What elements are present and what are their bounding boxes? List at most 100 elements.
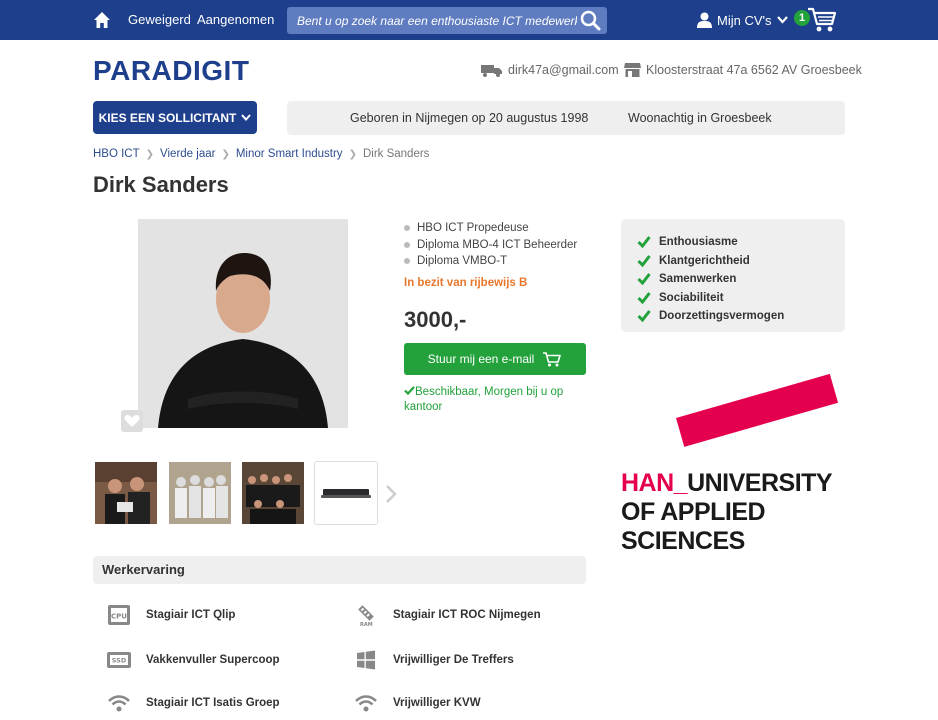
store-icon bbox=[624, 63, 641, 77]
check-icon bbox=[637, 236, 651, 249]
job-item: SSD Vakkenvuller Supercoop bbox=[106, 649, 280, 671]
trait-item: Klantgerichtheid bbox=[637, 252, 845, 271]
search-input[interactable] bbox=[297, 11, 577, 30]
breadcrumb-item[interactable]: Minor Smart Industry bbox=[236, 148, 343, 160]
cpu-icon: CPU bbox=[106, 604, 132, 626]
breadcrumb-item[interactable]: HBO ICT bbox=[93, 148, 140, 160]
qualification-text: HBO ICT Propedeuse bbox=[417, 222, 529, 235]
nav-link-aangenomen[interactable]: Aangenomen bbox=[197, 12, 274, 27]
choose-applicant-button[interactable]: KIES EEN SOLLICITANT bbox=[93, 101, 257, 134]
paradigit-logo[interactable]: PARADIGIT bbox=[93, 55, 249, 87]
thumbnail[interactable] bbox=[169, 462, 231, 524]
truck-icon bbox=[481, 64, 502, 77]
job-item: Vrijwilliger KVW bbox=[353, 692, 481, 714]
trait-item: Enthousiasme bbox=[637, 233, 845, 252]
breadcrumb-chevron-icon: ❯ bbox=[221, 148, 230, 160]
trait-label: Klantgerichtheid bbox=[659, 254, 750, 267]
job-item: CPU Stagiair ICT Qlip bbox=[106, 604, 235, 626]
heart-icon bbox=[124, 415, 140, 427]
list-item: Diploma VMBO-T bbox=[404, 253, 577, 270]
favorite-button[interactable] bbox=[121, 410, 143, 432]
trait-item: Sociabiliteit bbox=[637, 289, 845, 308]
trait-item: Doorzettingsvermogen bbox=[637, 307, 845, 326]
bullet-icon bbox=[404, 225, 410, 232]
cart-count-badge: 1 bbox=[794, 10, 810, 26]
availability-note: Beschikbaar, Morgen bij u op kantoor bbox=[404, 385, 574, 415]
job-label: Stagiair ICT Isatis Groep bbox=[146, 697, 280, 709]
breadcrumb-item[interactable]: Vierde jaar bbox=[160, 148, 215, 160]
han-logo-line1: HAN_UNIVERSITY bbox=[621, 469, 833, 497]
cart-icon bbox=[543, 351, 562, 366]
price: 3000,- bbox=[404, 307, 467, 332]
laptop-thumbnail bbox=[321, 489, 371, 498]
choose-applicant-label: KIES EEN SOLLICITANT bbox=[98, 110, 237, 125]
email-contact[interactable]: dirk47a@gmail.com bbox=[481, 63, 619, 77]
list-item: Diploma MBO-4 ICT Beheerder bbox=[404, 237, 577, 254]
address-text: Kloosterstraat 47a 6562 AV Groesbeek bbox=[646, 63, 862, 77]
breadcrumb-chevron-icon: ❯ bbox=[145, 148, 155, 160]
breadcrumb-chevron-icon: ❯ bbox=[348, 148, 357, 160]
traits-panel: Enthousiasme Klantgerichtheid Samenwerke… bbox=[621, 219, 845, 332]
svg-text:CPU: CPU bbox=[111, 613, 127, 621]
check-icon bbox=[637, 310, 651, 323]
bullet-icon bbox=[404, 258, 410, 265]
nav-link-geweigerd[interactable]: Geweigerd bbox=[128, 12, 191, 27]
top-navigation-bar: Geweigerd Aangenomen Mijn CV's 1 bbox=[0, 0, 938, 40]
list-item: HBO ICT Propedeuse bbox=[404, 220, 577, 237]
thumbnail[interactable] bbox=[314, 461, 378, 525]
check-icon bbox=[637, 273, 651, 286]
trait-label: Doorzettingsvermogen bbox=[659, 310, 785, 323]
driver-license-note: In bezit van rijbewijs B bbox=[404, 277, 528, 289]
job-label: Stagiair ICT Qlip bbox=[146, 609, 236, 621]
send-email-label: Stuur mij een e-mail bbox=[427, 352, 535, 366]
group-photo-thumbnail bbox=[169, 462, 231, 524]
breadcrumb: HBO ICT ❯ Vierde jaar ❯ Minor Smart Indu… bbox=[93, 148, 429, 160]
work-experience-heading: Werkervaring bbox=[93, 556, 586, 584]
job-label: Stagiair ICT ROC Nijmegen bbox=[393, 609, 541, 621]
ram-icon: RAM bbox=[353, 604, 379, 627]
thumbnail[interactable] bbox=[95, 462, 157, 524]
chevron-down-icon bbox=[776, 16, 788, 24]
job-label: Vrijwilliger De Treffers bbox=[393, 654, 514, 666]
user-icon bbox=[697, 12, 712, 28]
breadcrumb-current: Dirk Sanders bbox=[362, 148, 430, 160]
group-photo-thumbnail bbox=[242, 462, 304, 524]
chevron-down-icon bbox=[241, 114, 252, 121]
search-icon[interactable] bbox=[580, 10, 601, 31]
chevron-right-icon[interactable] bbox=[384, 484, 398, 504]
address-contact: Kloosterstraat 47a 6562 AV Groesbeek bbox=[624, 63, 862, 77]
bullet-icon bbox=[404, 241, 410, 248]
check-icon bbox=[637, 291, 651, 305]
send-email-button[interactable]: Stuur mij een e-mail bbox=[404, 343, 586, 375]
job-item: Stagiair ICT Isatis Groep bbox=[106, 692, 280, 714]
group-photo-thumbnail bbox=[95, 462, 157, 524]
job-item: RAM Stagiair ICT ROC Nijmegen bbox=[353, 604, 541, 627]
job-label: Vrijwilliger KVW bbox=[393, 697, 481, 709]
ssd-icon: SSD bbox=[106, 649, 132, 671]
qualifications-list: HBO ICT Propedeuse Diploma MBO-4 ICT Beh… bbox=[404, 220, 577, 270]
thumbnail[interactable] bbox=[242, 462, 304, 524]
job-label: Vakkenvuller Supercoop bbox=[146, 654, 280, 666]
my-cvs-menu[interactable]: Mijn CV's bbox=[697, 10, 788, 30]
svg-text:RAM: RAM bbox=[360, 622, 373, 627]
check-icon bbox=[404, 386, 415, 396]
cart-icon bbox=[808, 7, 837, 32]
email-text: dirk47a@gmail.com bbox=[508, 63, 619, 77]
applicant-info-bar: Geboren in Nijmegen op 20 augustus 1998 … bbox=[287, 101, 845, 135]
wifi-icon bbox=[353, 692, 379, 714]
my-cvs-label: Mijn CV's bbox=[717, 12, 772, 28]
han-logo-bar bbox=[676, 373, 839, 447]
birth-info: Geboren in Nijmegen op 20 augustus 1998 bbox=[350, 111, 589, 125]
home-icon[interactable] bbox=[93, 11, 111, 29]
candidate-photo[interactable] bbox=[138, 219, 348, 428]
svg-text:SSD: SSD bbox=[112, 657, 127, 665]
job-item: Vrijwilliger De Treffers bbox=[353, 649, 514, 671]
availability-text: Beschikbaar, Morgen bij u op kantoor bbox=[404, 386, 564, 413]
residence-info: Woonachtig in Groesbeek bbox=[628, 111, 772, 125]
trait-label: Enthousiasme bbox=[659, 236, 738, 249]
candidate-name: Dirk Sanders bbox=[93, 172, 229, 197]
cart-button[interactable]: 1 bbox=[794, 6, 838, 34]
wifi-icon bbox=[106, 692, 132, 714]
person-photo-graphic bbox=[138, 219, 348, 428]
trait-item: Samenwerken bbox=[637, 270, 845, 289]
